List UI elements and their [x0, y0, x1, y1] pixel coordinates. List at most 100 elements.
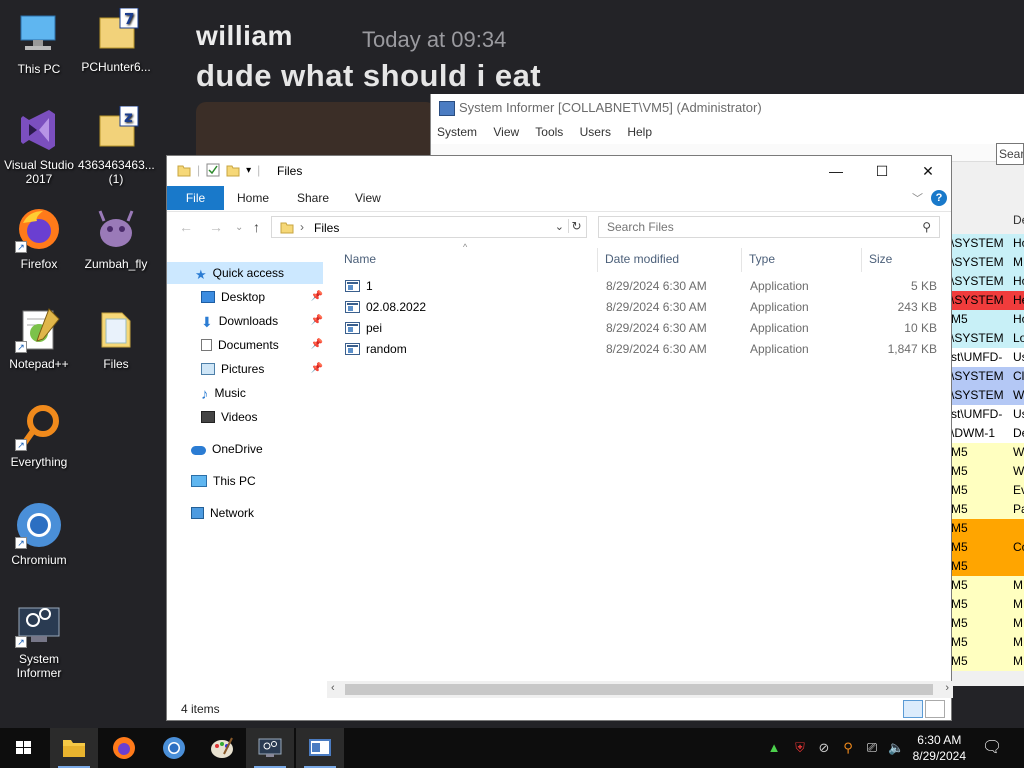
desktop-icon-notepad[interactable]: ↗ Notepad++ [1, 305, 77, 371]
process-row[interactable]: \SYSTEM Lo [951, 329, 1024, 348]
performance-graph-icon[interactable]: ▲ [766, 740, 782, 756]
process-row[interactable]: M5 M [951, 652, 1024, 671]
details-view-icon[interactable] [903, 700, 923, 718]
process-row[interactable]: M5 [951, 519, 1024, 538]
taskbar-firefox[interactable] [100, 728, 148, 768]
taskbar-window[interactable] [296, 728, 344, 768]
scroll-left-icon[interactable]: ‹ [331, 682, 335, 694]
volume-muted-icon[interactable]: 🔈 [888, 740, 904, 756]
address-dropdown-icon[interactable]: ⌄ [555, 220, 564, 233]
close-button[interactable]: ✕ [905, 156, 951, 186]
back-icon[interactable]: ← [179, 219, 193, 235]
security-shield-icon[interactable]: ⛨ [792, 740, 808, 756]
horizontal-scrollbar[interactable]: ‹ › [327, 681, 953, 698]
tab-home[interactable]: Home [237, 191, 269, 205]
file-row[interactable]: 02.08.2022 8/29/2024 6:30 AM Application… [337, 297, 937, 318]
column-divider[interactable] [861, 248, 862, 272]
search-input[interactable] [599, 217, 899, 237]
scroll-right-icon[interactable]: › [945, 682, 949, 694]
up-icon[interactable]: ↑ [253, 219, 260, 235]
process-row[interactable]: M5 Ho [951, 310, 1024, 329]
desktop-icon-firefox[interactable]: ↗ Firefox [1, 205, 77, 271]
file-row[interactable]: 1 8/29/2024 6:30 AM Application 5 KB [337, 276, 937, 297]
process-row[interactable]: M5 M [951, 595, 1024, 614]
column-name[interactable]: Name [344, 252, 376, 266]
pin-icon[interactable]: 📌 [311, 286, 323, 308]
file-explorer-window[interactable]: | ▾ | Files — ☐ ✕ File Home Share View ﹀… [166, 155, 953, 721]
process-row[interactable]: M5 Co [951, 538, 1024, 557]
desktop-icon-zumbah[interactable]: Zumbah_fly [78, 205, 154, 271]
network-disconnected-icon[interactable]: ⊘ [816, 740, 832, 756]
network-icon[interactable]: ⎚ [864, 740, 880, 756]
address-bar[interactable]: › Files ⌄ ↻ [271, 216, 587, 238]
start-button[interactable] [0, 728, 48, 768]
process-row[interactable]: M5 M [951, 633, 1024, 652]
taskbar-clock[interactable]: 6:30 AM 8/29/2024 [913, 732, 966, 764]
file-row[interactable]: random 8/29/2024 6:30 AM Application 1,8… [337, 339, 937, 360]
breadcrumb-files[interactable]: Files [314, 221, 339, 235]
desktop-icon-visual-studio[interactable]: Visual Studio 2017 [1, 106, 77, 186]
process-row[interactable]: M5 Pa [951, 500, 1024, 519]
column-description[interactable]: De [1013, 213, 1024, 227]
menu-system[interactable]: System [437, 125, 477, 139]
taskbar-file-explorer[interactable] [50, 728, 98, 768]
process-row[interactable]: \SYSTEM M [951, 253, 1024, 272]
column-size[interactable]: Size [869, 252, 892, 266]
nav-desktop[interactable]: Desktop 📌 [201, 286, 323, 308]
menu-tools[interactable]: Tools [535, 125, 563, 139]
recent-locations-icon[interactable]: ⌄ [235, 222, 243, 233]
desktop-icon-everything[interactable]: ↗ Everything [1, 403, 77, 469]
nav-documents[interactable]: Documents 📌 [201, 334, 323, 356]
process-row[interactable]: st\UMFD- Us [951, 405, 1024, 424]
pin-icon[interactable]: 📌 [311, 358, 323, 380]
large-icons-view-icon[interactable] [925, 700, 945, 718]
process-row[interactable]: \SYSTEM He [951, 291, 1024, 310]
process-row[interactable]: M5 W [951, 462, 1024, 481]
process-row[interactable]: \DWM-1 De [951, 424, 1024, 443]
tab-file[interactable]: File [167, 186, 224, 210]
desktop-icon-chromium[interactable]: ↗ Chromium [1, 501, 77, 567]
process-row[interactable]: M5 W [951, 443, 1024, 462]
tab-view[interactable]: View [355, 191, 381, 205]
nav-quick-access[interactable]: ★ Quick access [167, 262, 323, 284]
taskbar-chromium[interactable] [150, 728, 198, 768]
refresh-icon[interactable]: ↻ [568, 219, 584, 233]
expand-ribbon-icon[interactable]: ﹀ [912, 190, 923, 206]
process-row[interactable]: \SYSTEM Ho [951, 272, 1024, 291]
column-type[interactable]: Type [749, 252, 775, 266]
nav-videos[interactable]: Videos [201, 406, 323, 428]
process-row[interactable]: M5 M [951, 576, 1024, 595]
taskbar-system-informer[interactable] [246, 728, 294, 768]
scrollbar-thumb[interactable] [345, 684, 933, 695]
system-informer-search[interactable]: Sear [996, 143, 1024, 165]
process-row[interactable]: M5 [951, 557, 1024, 576]
nav-onedrive[interactable]: OneDrive [191, 438, 323, 460]
process-row[interactable]: \SYSTEM W [951, 386, 1024, 405]
column-date-modified[interactable]: Date modified [605, 252, 679, 266]
forward-icon[interactable]: → [209, 219, 223, 235]
customize-toolbar-icon[interactable]: ▾ [246, 165, 251, 176]
nav-this-pc[interactable]: This PC [191, 470, 323, 492]
desktop-icon-system-informer[interactable]: ↗ System Informer [1, 600, 77, 680]
help-icon[interactable]: ? [931, 190, 947, 206]
properties-icon[interactable] [206, 163, 220, 177]
nav-downloads[interactable]: ⬇ Downloads 📌 [201, 310, 323, 332]
everything-tray-icon[interactable]: ⚲ [840, 740, 856, 756]
process-row[interactable]: M5 M [951, 614, 1024, 633]
nav-network[interactable]: Network [191, 502, 323, 524]
search-box[interactable]: ⚲ [598, 216, 940, 238]
process-row[interactable]: M5 Ev [951, 481, 1024, 500]
nav-pictures[interactable]: Pictures 📌 [201, 358, 323, 380]
pin-icon[interactable]: 📌 [311, 310, 323, 332]
new-folder-icon[interactable] [226, 163, 240, 177]
desktop-icon-this-pc[interactable]: This PC [1, 10, 77, 76]
notifications-icon[interactable]: 🗨 [982, 740, 1002, 756]
desktop-icon-pchunter[interactable]: 7 PCHunter6... [78, 7, 154, 74]
process-row[interactable]: \SYSTEM Cl [951, 367, 1024, 386]
file-row[interactable]: pei 8/29/2024 6:30 AM Application 10 KB [337, 318, 937, 339]
pin-icon[interactable]: 📌 [311, 334, 323, 356]
maximize-button[interactable]: ☐ [859, 156, 905, 186]
menu-users[interactable]: Users [580, 125, 611, 139]
nav-music[interactable]: ♪ Music [201, 382, 323, 404]
menu-help[interactable]: Help [627, 125, 652, 139]
